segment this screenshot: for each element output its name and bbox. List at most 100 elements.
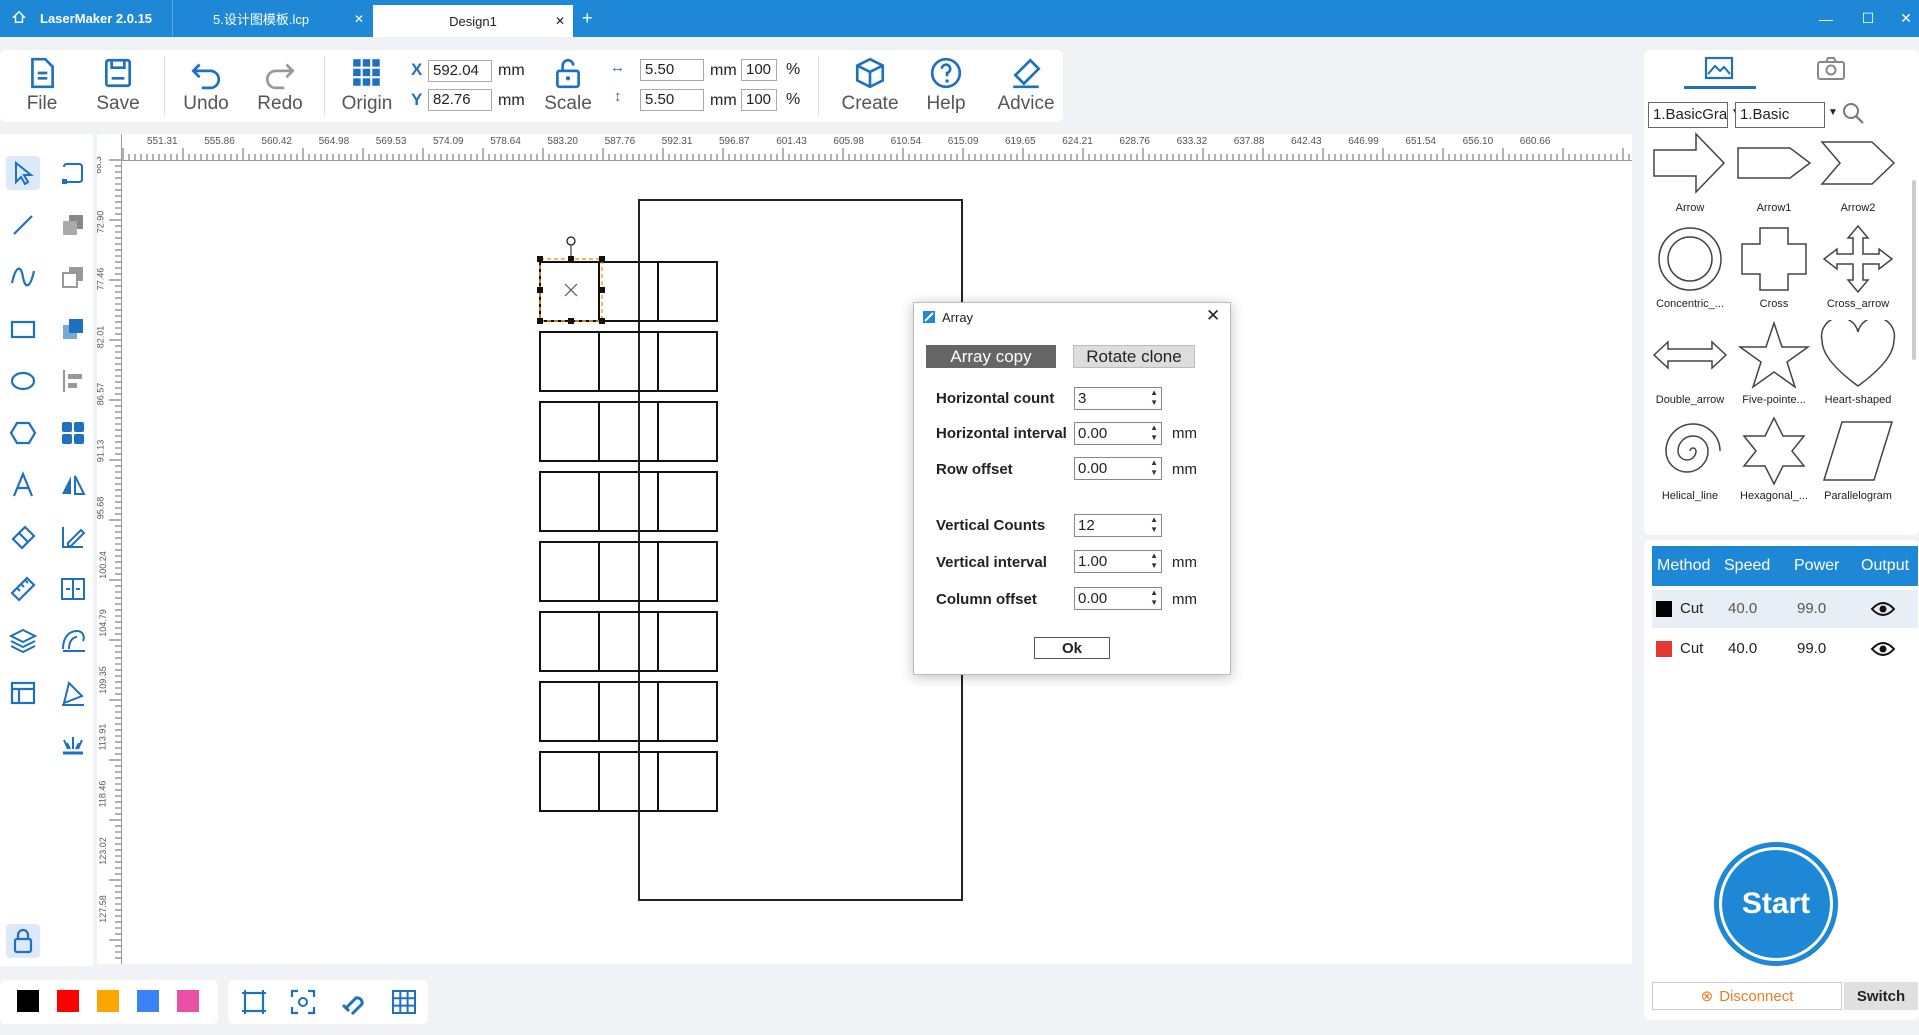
stepper-icon[interactable]: ▲ ▼	[1150, 515, 1158, 535]
shape-category-select[interactable]: 1.BasicGraphics	[1648, 102, 1728, 128]
help-button[interactable]: Help	[914, 56, 978, 122]
switch-button[interactable]: Switch	[1844, 982, 1918, 1010]
layer-row[interactable]: Cut 40.0 99.0	[1652, 630, 1918, 668]
save-button[interactable]: Save	[86, 56, 150, 122]
x-position-input[interactable]: 592.04	[428, 60, 492, 82]
shape-item[interactable]: Parallelogram	[1816, 416, 1900, 508]
eye-icon[interactable]	[1870, 639, 1896, 659]
array-cell[interactable]	[657, 261, 718, 322]
text-tool[interactable]	[6, 468, 40, 502]
array-cell[interactable]	[657, 541, 718, 602]
tab-rotate-clone[interactable]: Rotate clone	[1073, 345, 1195, 368]
shape-item[interactable]: Arrow2	[1816, 128, 1900, 220]
array-cell[interactable]	[539, 331, 600, 392]
rectangle-tool[interactable]	[6, 312, 40, 346]
shape-item[interactable]: Cross_arrow	[1816, 224, 1900, 316]
array-cell[interactable]	[598, 261, 659, 322]
file-button[interactable]: File	[10, 56, 74, 122]
color-swatch-blue[interactable]	[137, 990, 159, 1012]
create-button[interactable]: Create	[838, 56, 902, 122]
line-tool[interactable]	[6, 208, 40, 242]
combine-tool[interactable]	[56, 208, 90, 242]
height-input[interactable]: 5.50	[640, 89, 704, 111]
tab-home[interactable]: LaserMaker 2.0.15	[0, 0, 170, 37]
shape-item[interactable]: Heart-shaped	[1816, 320, 1900, 412]
ellipse-tool[interactable]	[6, 364, 40, 398]
template-tool[interactable]	[6, 676, 40, 710]
array-cell[interactable]	[657, 331, 718, 392]
height-percent-input[interactable]: 100	[741, 89, 777, 111]
shape-item[interactable]: Arrow1	[1732, 128, 1816, 220]
stepper-icon[interactable]: ▲ ▼	[1150, 551, 1158, 571]
layers-tool[interactable]	[6, 624, 40, 658]
fit-selection-button[interactable]	[286, 985, 320, 1019]
eye-icon[interactable]	[1870, 599, 1896, 619]
add-tab-button[interactable]: +	[582, 0, 602, 37]
column-offset-input[interactable]: 0.00 ▲ ▼	[1074, 587, 1162, 610]
color-swatch-red[interactable]	[57, 990, 79, 1012]
shape-item[interactable]: Concentric_...	[1648, 224, 1732, 316]
array-cell[interactable]	[657, 681, 718, 742]
draw-tool[interactable]	[56, 520, 90, 554]
shape-style-select[interactable]: 1.Basic	[1735, 102, 1825, 128]
close-window-button[interactable]: ✕	[1888, 0, 1919, 37]
shape-item[interactable]: Helical_line	[1648, 416, 1732, 508]
array-cell[interactable]	[657, 401, 718, 462]
undo-button[interactable]: Undo	[174, 56, 238, 122]
array-cell[interactable]	[657, 471, 718, 532]
tab-file[interactable]: 5.设计图模板.lcp ✕	[172, 0, 372, 37]
vertical-interval-input[interactable]: 1.00 ▲ ▼	[1074, 550, 1162, 573]
array-cell[interactable]	[657, 611, 718, 672]
intersect-tool[interactable]	[56, 312, 90, 346]
color-swatch-pink[interactable]	[177, 990, 199, 1012]
eraser-tool[interactable]	[6, 520, 40, 554]
array-cell[interactable]	[539, 751, 600, 812]
array-cell[interactable]	[598, 681, 659, 742]
color-swatch-orange[interactable]	[97, 990, 119, 1012]
color-swatch-black[interactable]	[17, 990, 39, 1012]
origin-button[interactable]: Origin	[335, 56, 399, 122]
ok-button[interactable]: Ok	[1034, 637, 1110, 659]
array-cell[interactable]	[598, 471, 659, 532]
align-tool[interactable]	[56, 364, 90, 398]
advice-button[interactable]: Advice	[993, 56, 1059, 122]
array-cell[interactable]	[539, 681, 600, 742]
close-tab-icon[interactable]: ✕	[555, 14, 565, 28]
subtract-tool[interactable]	[56, 260, 90, 294]
tab-array-copy[interactable]: Array copy	[926, 345, 1056, 368]
polygon-tool[interactable]	[6, 416, 40, 450]
array-cell[interactable]	[598, 331, 659, 392]
design-canvas[interactable]	[97, 134, 1632, 964]
laser-tool[interactable]	[56, 728, 90, 762]
mirror-tool[interactable]	[56, 468, 90, 502]
dialog-close-icon[interactable]: ✕	[1206, 306, 1220, 326]
array-cell[interactable]	[539, 611, 600, 672]
width-percent-input[interactable]: 100	[741, 59, 777, 81]
array-cell[interactable]	[539, 541, 600, 602]
maximize-button[interactable]: ☐	[1850, 0, 1886, 37]
array-tool[interactable]	[56, 416, 90, 450]
array-cell[interactable]	[598, 751, 659, 812]
disconnect-button[interactable]: ⊗ Disconnect	[1652, 982, 1842, 1010]
search-button[interactable]	[1840, 100, 1866, 131]
library-tab-camera[interactable]	[1816, 56, 1846, 87]
start-button[interactable]: Start	[1722, 850, 1830, 958]
pen-tool[interactable]	[56, 676, 90, 710]
tab-design1[interactable]: Design1 ✕	[373, 5, 573, 37]
close-tab-icon[interactable]: ✕	[354, 12, 364, 26]
array-cell[interactable]	[598, 401, 659, 462]
shape-list-scrollbar[interactable]	[1912, 180, 1916, 360]
node-edit-tool[interactable]	[56, 156, 90, 190]
width-input[interactable]: 5.50	[640, 59, 704, 81]
array-cell[interactable]	[539, 471, 600, 532]
scale-lock-button[interactable]: Scale	[536, 56, 600, 122]
measure-tool[interactable]	[6, 572, 40, 606]
stepper-icon[interactable]: ▲ ▼	[1150, 588, 1158, 608]
shape-item[interactable]: Double_arrow	[1648, 320, 1732, 412]
distribute-tool[interactable]	[56, 572, 90, 606]
horizontal-interval-input[interactable]: 0.00 ▲ ▼	[1074, 422, 1162, 445]
layer-row[interactable]: Cut 40.0 99.0	[1652, 590, 1918, 628]
library-tab-images[interactable]	[1704, 56, 1734, 87]
array-cell[interactable]	[598, 611, 659, 672]
array-cell[interactable]	[657, 751, 718, 812]
